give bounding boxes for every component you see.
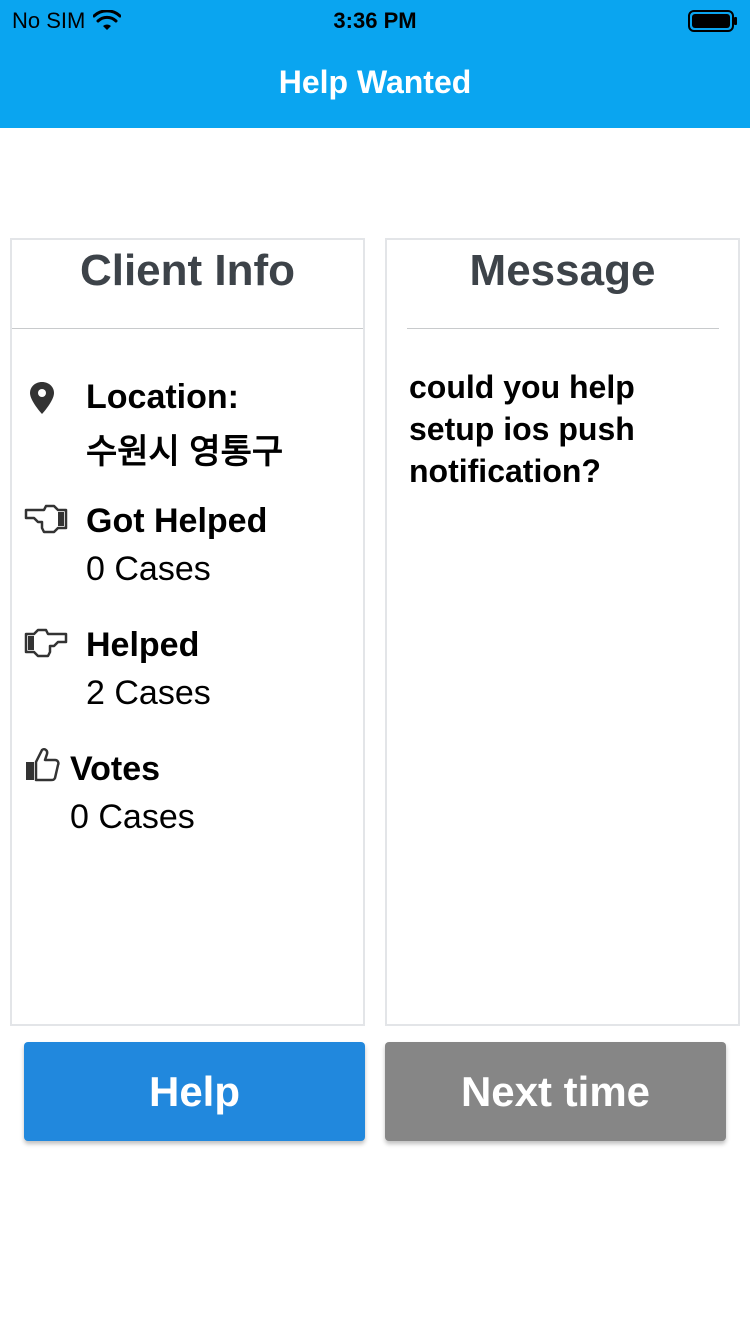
got-helped-value: 0 Cases <box>86 550 211 588</box>
page-title: Help Wanted <box>278 64 472 100</box>
status-time: 3:36 PM <box>333 8 417 33</box>
thumbs-up-icon <box>26 747 60 782</box>
helped-label: Helped <box>86 626 200 664</box>
message-text: could you help setup ios push notificati… <box>409 369 635 489</box>
message-title: Message <box>469 246 656 295</box>
votes-value: 0 Cases <box>70 798 195 836</box>
help-button[interactable]: Help <box>24 1042 365 1141</box>
hand-point-right-icon <box>24 628 68 658</box>
next-time-button[interactable]: Next time <box>385 1042 726 1141</box>
helped-value: 2 Cases <box>86 674 211 712</box>
location-value: 수원시 영통구 <box>86 433 284 471</box>
hand-point-left-icon <box>24 504 68 534</box>
client-info-divider <box>12 328 363 329</box>
battery-icon <box>688 10 737 32</box>
app-header: No SIM 3:36 PM Help Wanted <box>0 0 750 128</box>
message-divider <box>407 328 719 329</box>
client-info-card: Client Info Location: 수원시 영통구 Got Helped… <box>10 238 365 1026</box>
votes-label: Votes <box>70 750 161 788</box>
client-info-title: Client Info <box>79 246 296 295</box>
status-bar: No SIM 3:36 PM <box>0 0 750 40</box>
message-card: Message could you help setup ios push no… <box>385 238 740 1026</box>
location-label: Location: <box>86 378 239 416</box>
map-marker-icon <box>30 382 54 414</box>
got-helped-label: Got Helped <box>86 502 268 540</box>
